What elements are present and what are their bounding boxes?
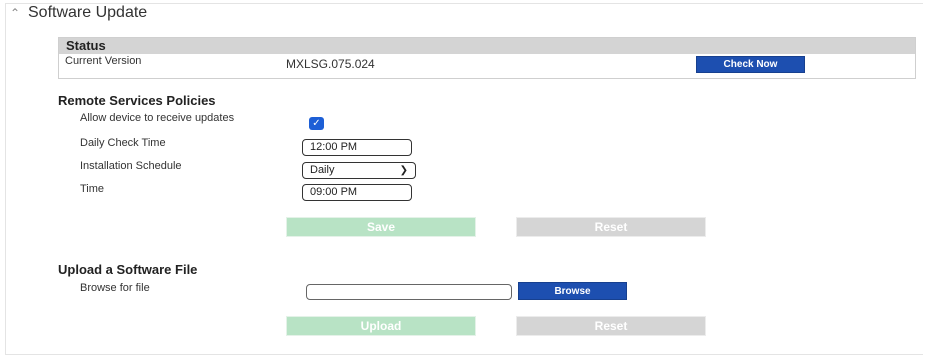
time-input[interactable]: 09:00 PM [302, 184, 412, 201]
upload-heading: Upload a Software File [58, 262, 198, 277]
reset-button[interactable]: Reset [516, 217, 706, 237]
check-now-button[interactable]: Check Now [696, 56, 805, 73]
chevron-down-icon: ❯ [399, 165, 408, 176]
daily-check-time-input[interactable]: 12:00 PM [302, 139, 412, 156]
upload-button[interactable]: Upload [286, 316, 476, 336]
double-chevron-up-icon[interactable]: ⌃︎ [10, 5, 26, 21]
current-version-row: Current Version MXLSG.075.024 Check Now [59, 54, 915, 78]
section-title: Software Update [28, 4, 148, 21]
time-label: Time [80, 183, 105, 195]
file-path-input[interactable] [306, 284, 512, 300]
section-header[interactable]: ⌃︎ Software Update [10, 4, 147, 22]
browse-for-file-label: Browse for file [80, 282, 150, 294]
installation-schedule-label: Installation Schedule [80, 160, 182, 172]
current-version-label: Current Version [65, 55, 142, 67]
remote-services-heading: Remote Services Policies [58, 93, 216, 108]
daily-check-time-label: Daily Check Time [80, 137, 166, 149]
status-heading: Status [59, 38, 915, 54]
installation-schedule-value: Daily [310, 164, 335, 176]
status-panel: Status Current Version MXLSG.075.024 Che… [58, 37, 916, 79]
installation-schedule-select[interactable]: Daily ❯ [302, 162, 416, 179]
browse-button[interactable]: Browse [518, 282, 627, 300]
upload-reset-button[interactable]: Reset [516, 316, 706, 336]
current-version-value: MXLSG.075.024 [286, 57, 375, 71]
save-button[interactable]: Save [286, 217, 476, 237]
allow-updates-label: Allow device to receive updates [80, 112, 235, 124]
allow-updates-checkbox[interactable]: ✓ [309, 117, 324, 130]
